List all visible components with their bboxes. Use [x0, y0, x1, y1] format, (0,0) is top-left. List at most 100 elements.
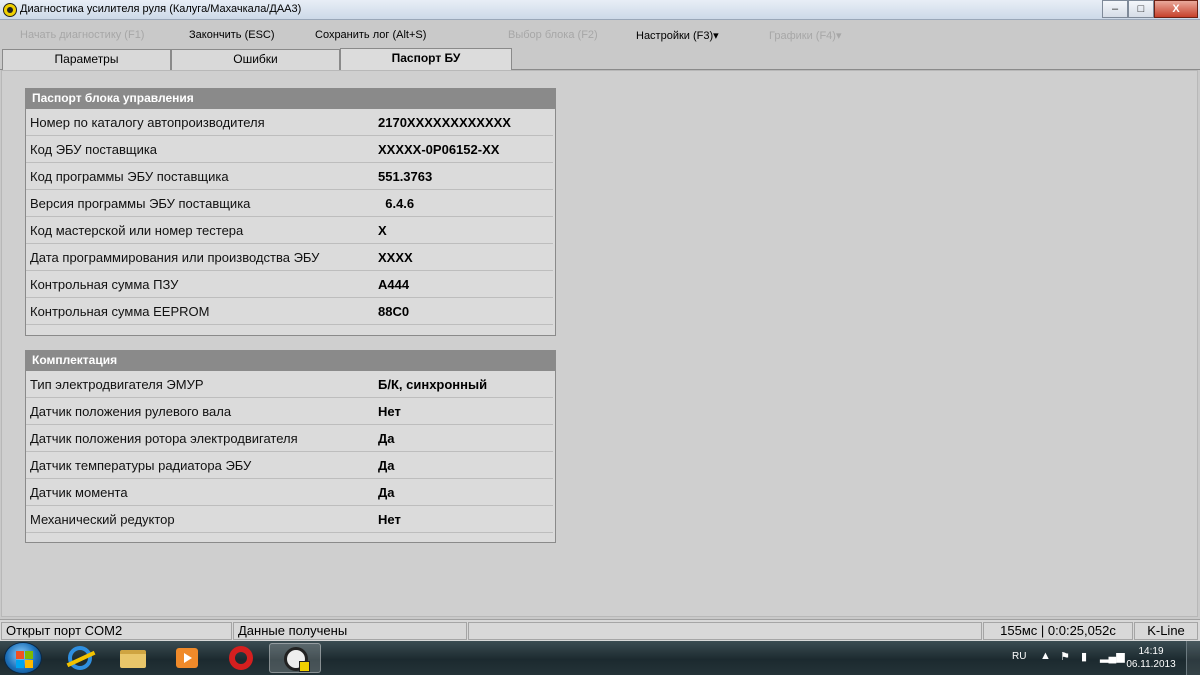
equipment-header: Комплектация: [26, 351, 555, 371]
equipment-row-label: Механический редуктор: [30, 512, 175, 527]
taskbar-diagnostics-app[interactable]: [269, 643, 321, 673]
app-steering-icon: [3, 3, 17, 17]
equipment-row: Датчик момента Да: [26, 479, 553, 506]
taskbar-opera[interactable]: [215, 643, 267, 673]
equipment-row-label: Датчик температуры радиатора ЭБУ: [30, 458, 252, 473]
battery-icon[interactable]: ▮: [1081, 650, 1087, 663]
status-bar: Открыт порт COM2 Данные получены 155мс |…: [0, 619, 1200, 641]
finish-button[interactable]: Закончить (ESC): [189, 29, 275, 41]
equipment-row-label: Датчик положения ротора электродвигателя: [30, 431, 298, 446]
ecu-passport-header: Паспорт блока управления: [26, 89, 555, 109]
minimize-button[interactable]: –: [1102, 0, 1128, 18]
windows-logo-icon: [25, 660, 33, 668]
equipment-row-value: Б/К, синхронный: [378, 377, 488, 392]
windows-logo-icon: [25, 651, 33, 659]
passport-row: Дата программирования или производства Э…: [26, 244, 553, 271]
taskbar: RU ▲ ⚑ ▮ ▂▄▆ 14:19 06.11.2013: [0, 641, 1200, 675]
chevron-down-icon: ▾: [835, 30, 842, 42]
equipment-row-value: Да: [378, 485, 395, 500]
passport-row: Код ЭБУ поставщика XXXXX-0P06152-XX: [26, 136, 553, 163]
window-title: Диагностика усилителя руля (Калуга/Махач…: [20, 3, 302, 15]
passport-row: Контрольная сумма EEPROM 88C0: [26, 298, 553, 325]
taskbar-media-player[interactable]: [161, 643, 213, 673]
passport-row-label: Код программы ЭБУ поставщика: [30, 169, 229, 184]
title-bar: Диагностика усилителя руля (Калуга/Махач…: [0, 0, 1200, 20]
equipment-row-label: Датчик момента: [30, 485, 128, 500]
save-log-button[interactable]: Сохранить лог (Alt+S): [315, 29, 426, 41]
status-port: Открыт порт COM2: [1, 622, 232, 640]
passport-row-label: Контрольная сумма EEPROM: [30, 304, 210, 319]
passport-row-label: Номер по каталогу автопроизводителя: [30, 115, 265, 130]
language-indicator[interactable]: RU: [1012, 651, 1026, 662]
equipment-row-value: Нет: [378, 404, 401, 419]
tab-bar: Параметры Ошибки Паспорт БУ: [0, 48, 1200, 70]
status-timing: 155мс | 0:0:25,052с: [983, 622, 1133, 640]
passport-row-value: 6.4.6: [378, 196, 415, 211]
passport-row: Версия программы ЭБУ поставщика 6.4.6: [26, 190, 553, 217]
tray-arrow-icon[interactable]: ▲: [1040, 650, 1051, 662]
equipment-row: Механический редуктор Нет: [26, 506, 553, 533]
windows-logo-icon: [16, 660, 24, 668]
equipment-row: Датчик положения ротора электродвигателя…: [26, 425, 553, 452]
clock-time: 14:19: [1138, 646, 1164, 657]
passport-row-label: Дата программирования или производства Э…: [30, 250, 320, 265]
passport-row-value: XXXX: [378, 250, 413, 265]
maximize-button[interactable]: □: [1128, 0, 1154, 18]
ecu-passport-panel: Паспорт блока управления Номер по катало…: [25, 88, 556, 336]
settings-menu-label: Настройки (F3): [636, 30, 714, 42]
tab-ecu-passport[interactable]: Паспорт БУ: [340, 48, 512, 70]
clock-date: 06.11.2013: [1126, 659, 1176, 670]
equipment-row-value: Нет: [378, 512, 401, 527]
passport-row-value: XXXXX-0P06152-XX: [378, 142, 500, 157]
graphs-menu-label: Графики (F4): [769, 30, 836, 42]
chevron-down-icon: ▾: [713, 30, 719, 42]
passport-row-value: A444: [378, 277, 410, 292]
equipment-rows: Тип электродвигателя ЭМУР Б/К, синхронный…: [26, 371, 555, 533]
passport-row-label: Версия программы ЭБУ поставщика: [30, 196, 251, 211]
passport-row: Контрольная сумма ПЗУ A444: [26, 271, 553, 298]
passport-row-value: 2170XXXXXXXXXXXX: [378, 115, 511, 130]
ecu-passport-rows: Номер по каталогу автопроизводителя 2170X…: [26, 109, 555, 325]
network-signal-icon[interactable]: ▂▄▆: [1100, 650, 1125, 663]
equipment-row-value: Да: [378, 431, 395, 446]
tab-parameters[interactable]: Параметры: [2, 49, 171, 70]
window-controls: – □ X: [1102, 0, 1198, 18]
passport-row-value: X: [378, 223, 387, 238]
equipment-row: Датчик температуры радиатора ЭБУ Да: [26, 452, 553, 479]
internet-explorer-icon: [68, 646, 92, 670]
close-button[interactable]: X: [1154, 0, 1198, 18]
start-button[interactable]: [4, 642, 42, 674]
tab-content: Паспорт блока управления Номер по катало…: [1, 70, 1198, 617]
passport-row-value: 88C0: [378, 304, 410, 319]
equipment-panel: Комплектация Тип электродвигателя ЭМУР Б/…: [25, 350, 556, 543]
status-data: Данные получены: [233, 622, 467, 640]
taskbar-explorer[interactable]: [107, 643, 159, 673]
media-player-icon: [176, 648, 198, 668]
tab-errors[interactable]: Ошибки: [171, 49, 340, 70]
settings-menu[interactable]: Настройки (F3)▾: [636, 29, 719, 42]
clock[interactable]: 14:19 06.11.2013: [1126, 645, 1176, 671]
passport-row-value: 551.3763: [378, 169, 433, 184]
passport-row: Код программы ЭБУ поставщика 551.3763: [26, 163, 553, 190]
show-desktop-button[interactable]: [1186, 641, 1200, 675]
passport-row: Код мастерской или номер тестера X: [26, 217, 553, 244]
equipment-row-label: Датчик положения рулевого вала: [30, 404, 232, 419]
passport-row-label: Контрольная сумма ПЗУ: [30, 277, 179, 292]
start-diagnostics-button[interactable]: Начать диагностику (F1): [20, 29, 144, 41]
taskbar-internet-explorer[interactable]: [53, 643, 105, 673]
select-unit-button[interactable]: Выбор блока (F2): [508, 29, 598, 41]
passport-row-label: Код мастерской или номер тестера: [30, 223, 244, 238]
action-center-flag-icon[interactable]: ⚑: [1060, 650, 1070, 663]
opera-icon: [229, 646, 253, 670]
folder-icon: [120, 650, 146, 668]
equipment-row-label: Тип электродвигателя ЭМУР: [30, 377, 204, 392]
toolbar: Начать диагностику (F1) Закончить (ESC) …: [0, 20, 1200, 49]
graphs-menu[interactable]: Графики (F4)▾: [769, 29, 841, 42]
equipment-row: Датчик положения рулевого вала Нет: [26, 398, 553, 425]
steering-wheel-icon: [284, 647, 310, 672]
passport-row-label: Код ЭБУ поставщика: [30, 142, 158, 157]
status-empty: [468, 622, 982, 640]
windows-logo-icon: [16, 651, 24, 659]
equipment-row: Тип электродвигателя ЭМУР Б/К, синхронный: [26, 371, 553, 398]
passport-row: Номер по каталогу автопроизводителя 2170X…: [26, 109, 553, 136]
